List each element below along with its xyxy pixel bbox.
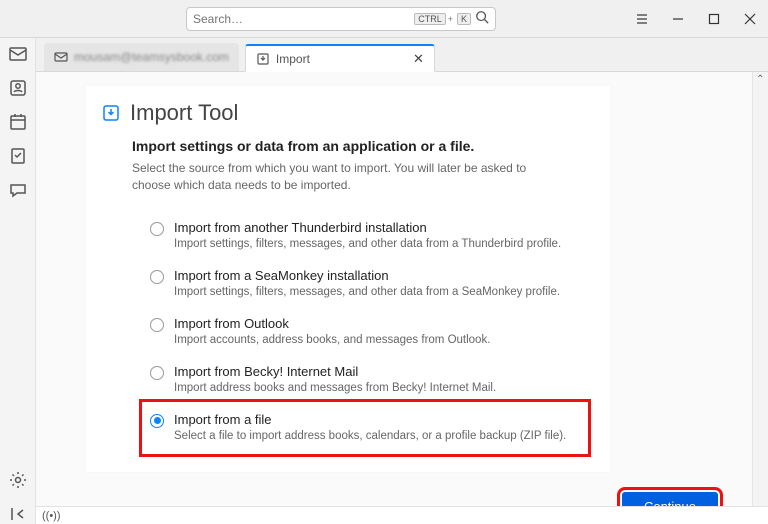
import-tool-icon (102, 104, 120, 122)
addressbook-icon[interactable] (8, 78, 28, 98)
scroll-up-icon[interactable]: ⌃ (756, 74, 764, 85)
continue-button[interactable]: Continue (622, 492, 718, 506)
close-window-button[interactable] (732, 0, 768, 38)
spaces-toolbar (0, 38, 36, 524)
tab-account-label: mousam@teamsysbook.com (74, 50, 229, 64)
tab-import-label: Import (276, 52, 310, 66)
maximize-button[interactable] (696, 0, 732, 38)
page-subtitle: Import settings or data from an applicat… (132, 138, 586, 154)
option-seamonkey[interactable]: Import from a SeaMonkey installation Imp… (150, 260, 586, 308)
mail-icon[interactable] (8, 44, 28, 64)
search-icon (475, 10, 489, 27)
minimize-button[interactable] (660, 0, 696, 38)
option-file[interactable]: Import from a file Select a file to impo… (144, 404, 586, 452)
page-title: Import Tool (130, 100, 238, 126)
radio-unselected[interactable] (150, 318, 164, 332)
import-small-icon (256, 52, 270, 66)
titlebar: CTRL + K (0, 0, 768, 38)
scrollbar[interactable]: ⌃ (752, 72, 768, 506)
tab-close-icon[interactable]: ✕ (413, 51, 424, 67)
menu-button[interactable] (624, 0, 660, 38)
search-shortcut: CTRL + K (412, 13, 471, 25)
statusbar: ((•)) (36, 506, 768, 524)
global-search[interactable]: CTRL + K (186, 7, 496, 31)
tabstrip: mousam@teamsysbook.com Import ✕ (36, 38, 768, 72)
chat-icon[interactable] (8, 180, 28, 200)
page-description: Select the source from which you want to… (132, 160, 562, 194)
radio-unselected[interactable] (150, 366, 164, 380)
collapse-icon[interactable] (8, 504, 28, 524)
settings-icon[interactable] (8, 470, 28, 490)
option-becky[interactable]: Import from Becky! Internet Mail Import … (150, 356, 586, 404)
import-card: Import Tool Import settings or data from… (86, 86, 610, 472)
radio-unselected[interactable] (150, 222, 164, 236)
tab-import[interactable]: Import ✕ (245, 44, 435, 72)
radio-unselected[interactable] (150, 270, 164, 284)
option-thunderbird[interactable]: Import from another Thunderbird installa… (150, 212, 586, 260)
tasks-icon[interactable] (8, 146, 28, 166)
calendar-icon[interactable] (8, 112, 28, 132)
option-outlook[interactable]: Import from Outlook Import accounts, add… (150, 308, 586, 356)
radio-selected[interactable] (150, 414, 164, 428)
search-input[interactable] (193, 12, 412, 26)
tab-account[interactable]: mousam@teamsysbook.com (44, 43, 239, 71)
connection-status-icon: ((•)) (42, 510, 61, 522)
mail-small-icon (54, 50, 68, 64)
